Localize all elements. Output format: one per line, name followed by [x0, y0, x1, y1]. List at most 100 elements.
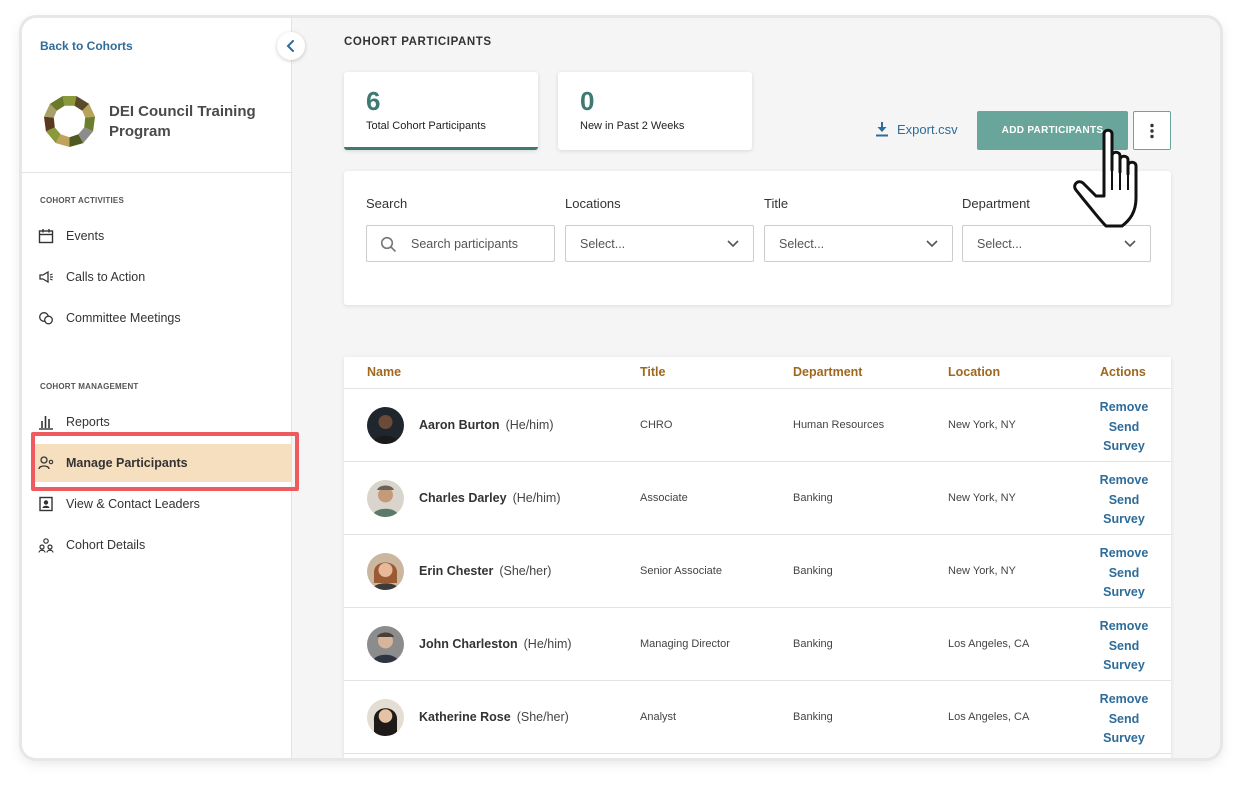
search-placeholder: Search participants [411, 236, 519, 251]
participant-title: Senior Associate [640, 565, 722, 577]
column-header-name[interactable]: Name [367, 365, 401, 379]
column-header-department[interactable]: Department [793, 365, 862, 379]
sidebar-item-label: Calls to Action [66, 270, 146, 284]
stat-value: 0 [580, 86, 595, 116]
send-survey-link-survey[interactable]: Survey [1103, 729, 1145, 749]
locations-select[interactable]: Select... [565, 225, 754, 262]
kebab-menu-icon [1150, 123, 1154, 138]
participant-location: New York, NY [948, 565, 1016, 577]
program-header: DEI Council Training Program [42, 94, 269, 149]
participant-name[interactable]: Erin Chester (She/her) [419, 564, 551, 578]
column-header-title[interactable]: Title [640, 365, 665, 379]
remove-link[interactable]: Remove [1100, 690, 1149, 710]
send-survey-link-send[interactable]: Send [1109, 491, 1140, 511]
participant-department: Banking [793, 492, 833, 504]
more-options-button[interactable] [1133, 111, 1171, 150]
locations-label: Locations [565, 196, 621, 211]
title-label: Title [764, 196, 789, 211]
stat-label: New in Past 2 Weeks [580, 120, 685, 132]
calendar-icon [38, 229, 54, 244]
remove-link[interactable]: Remove [1100, 617, 1149, 637]
stat-card-total[interactable]: 6 Total Cohort Participants [344, 72, 538, 150]
sidebar-item-cohort-details[interactable]: Cohort Details [22, 526, 292, 564]
avatar [367, 407, 404, 444]
remove-link[interactable]: Remove [1100, 398, 1149, 418]
meetings-icon [39, 312, 53, 325]
add-participants-button[interactable]: ADD PARTICIPANTS [977, 111, 1128, 150]
row-actions: Remove Send Survey [1084, 690, 1164, 749]
row-actions: Remove Send Survey [1084, 617, 1164, 676]
table-row: Charles Darley (He/him) Associate Banking… [344, 462, 1171, 535]
participant-title: CHRO [640, 419, 673, 431]
chevron-left-icon [286, 40, 294, 52]
participant-title: Analyst [640, 711, 677, 723]
section-title-cohort-management: COHORT MANAGEMENT [40, 382, 139, 391]
sidebar-item-manage-participants[interactable]: Manage Participants [32, 444, 292, 482]
sidebar-item-view-contact-leaders[interactable]: View & Contact Leaders [22, 485, 292, 523]
participant-department: Human Resources [793, 419, 885, 431]
remove-link[interactable]: Remove [1100, 544, 1149, 564]
participant-name[interactable]: Katherine Rose (She/her) [419, 710, 569, 724]
filters-panel: Search Search participants Locations Sel… [344, 171, 1171, 305]
sidebar-item-label: View & Contact Leaders [66, 497, 200, 511]
row-actions: Remove Send Survey [1084, 471, 1164, 530]
table-row: Aaron Burton (He/him) CHRO Human Resource… [344, 389, 1171, 462]
search-input[interactable]: Search participants [366, 225, 555, 262]
section-title-cohort-activities: COHORT ACTIVITIES [40, 196, 124, 205]
chevron-down-icon [1124, 240, 1136, 248]
send-survey-link-send[interactable]: Send [1109, 710, 1140, 730]
sidebar-item-calls-to-action[interactable]: Calls to Action [22, 258, 292, 296]
chevron-down-icon [926, 240, 938, 248]
download-icon [876, 122, 888, 137]
send-survey-link-send[interactable]: Send [1109, 418, 1140, 438]
avatar [367, 626, 404, 663]
table-row: Katherine Rose (She/her) Analyst Banking … [344, 681, 1171, 754]
send-survey-link-survey[interactable]: Survey [1103, 583, 1145, 603]
sidebar-item-committee-meetings[interactable]: Committee Meetings [22, 299, 292, 337]
collapse-sidebar-button[interactable] [277, 32, 305, 60]
participant-title: Associate [640, 492, 688, 504]
send-survey-link-survey[interactable]: Survey [1103, 437, 1145, 457]
participant-department: Banking [793, 711, 833, 723]
participant-location: New York, NY [948, 492, 1016, 504]
send-survey-link-send[interactable]: Send [1109, 637, 1140, 657]
participants-table: Name Title Department Location Actions A… [344, 357, 1171, 758]
sidebar-item-reports[interactable]: Reports [22, 403, 292, 441]
participant-title: Managing Director [640, 638, 730, 650]
chevron-down-icon [727, 240, 739, 248]
search-icon [380, 236, 397, 253]
stat-value: 6 [366, 86, 381, 116]
export-csv-link[interactable]: Export.csv [875, 121, 958, 137]
department-label: Department [962, 196, 1030, 211]
row-actions: Remove Send Survey [1084, 544, 1164, 603]
column-header-location[interactable]: Location [948, 365, 1000, 379]
sidebar-divider [22, 172, 292, 173]
remove-link[interactable]: Remove [1100, 471, 1149, 491]
program-name: DEI Council Training Program [109, 102, 256, 140]
main-content: COHORT PARTICIPANTS 6 Total Cohort Parti… [293, 18, 1220, 758]
department-select[interactable]: Select... [962, 225, 1151, 262]
participant-name[interactable]: Aaron Burton (He/him) [419, 418, 553, 432]
send-survey-link-survey[interactable]: Survey [1103, 656, 1145, 676]
table-header: Name Title Department Location Actions [344, 357, 1171, 389]
table-row: Erin Chester (She/her) Senior Associate B… [344, 535, 1171, 608]
megaphone-icon [39, 270, 53, 284]
participant-location: New York, NY [948, 419, 1016, 431]
stat-card-new[interactable]: 0 New in Past 2 Weeks [558, 72, 752, 150]
sidebar-item-label: Events [66, 229, 105, 243]
stat-label: Total Cohort Participants [366, 120, 486, 132]
participant-name[interactable]: John Charleston (He/him) [419, 637, 572, 651]
sidebar-item-label: Committee Meetings [66, 311, 181, 325]
program-logo-icon [43, 95, 96, 148]
sidebar-item-events[interactable]: Events [22, 217, 292, 255]
user-settings-icon [38, 456, 54, 470]
page-title: COHORT PARTICIPANTS [344, 36, 492, 48]
group-icon [38, 538, 54, 553]
back-to-cohorts-link[interactable]: Back to Cohorts [40, 39, 133, 53]
send-survey-link-send[interactable]: Send [1109, 564, 1140, 584]
participant-name[interactable]: Charles Darley (He/him) [419, 491, 560, 505]
export-label: Export.csv [897, 121, 958, 137]
title-select[interactable]: Select... [764, 225, 953, 262]
send-survey-link-survey[interactable]: Survey [1103, 510, 1145, 530]
participant-location: Los Angeles, CA [948, 638, 1030, 650]
